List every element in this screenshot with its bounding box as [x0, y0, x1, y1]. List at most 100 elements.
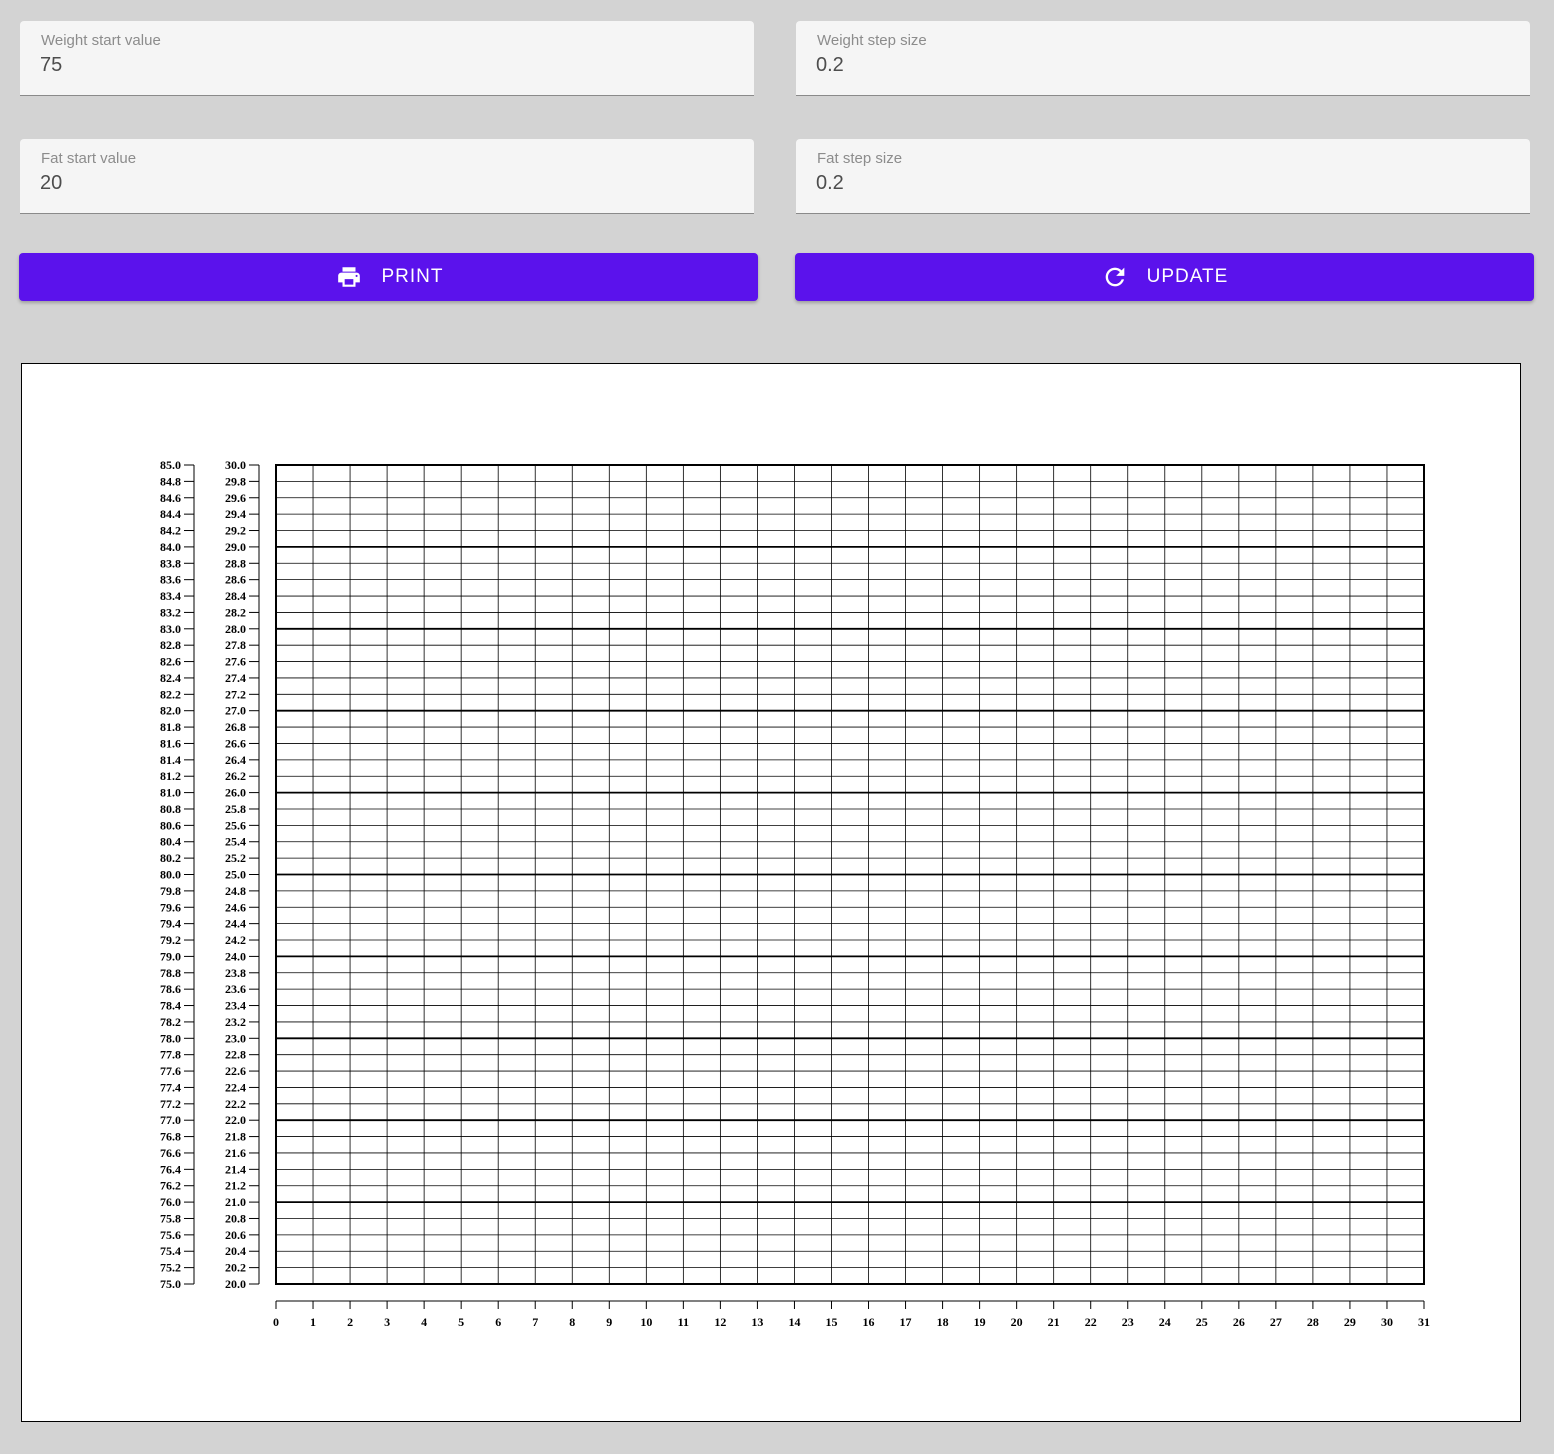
x-tick-label: 6 — [495, 1315, 501, 1329]
update-button-label: UPDATE — [1146, 266, 1229, 287]
fat-tick-label: 24.6 — [225, 900, 246, 914]
fat-tick-label: 26.0 — [225, 786, 246, 800]
x-tick-label: 16 — [863, 1315, 875, 1329]
fat-tick-label: 25.2 — [225, 851, 246, 865]
weight-tick-label: 79.0 — [160, 949, 181, 963]
weight-tick-label: 80.8 — [160, 802, 181, 816]
weight-tick-label: 78.2 — [160, 1015, 181, 1029]
fat-tick-label: 20.8 — [225, 1211, 246, 1225]
fat-tick-label: 27.4 — [225, 671, 246, 685]
x-tick-label: 4 — [421, 1315, 427, 1329]
fat-tick-label: 24.8 — [225, 884, 246, 898]
weight-tick-label: 75.0 — [160, 1277, 181, 1291]
fat-tick-label: 20.2 — [225, 1261, 246, 1275]
fat-step-field[interactable]: Fat step size — [796, 139, 1530, 214]
weight-fat-chart: 75.0 75.2 75.4 75.6 75.8 76.0 76.2 76.4 76.6 76.8… — [160, 458, 1430, 1329]
fat-tick-label: 27.0 — [225, 704, 246, 718]
fat-tick-label: 29.0 — [225, 540, 246, 554]
fat-tick-label: 25.0 — [225, 868, 246, 882]
weight-tick-label: 81.6 — [160, 736, 181, 750]
weight-tick-label: 78.8 — [160, 966, 181, 980]
fat-tick-label: 22.4 — [225, 1080, 246, 1094]
print-button[interactable]: PRINT — [19, 253, 758, 301]
weight-start-label: Weight start value — [41, 32, 161, 49]
fat-tick-label: 25.6 — [225, 818, 246, 832]
fat-tick-label: 22.6 — [225, 1064, 246, 1078]
fat-tick-label: 24.0 — [225, 949, 246, 963]
weight-tick-label: 82.2 — [160, 687, 181, 701]
x-tick-label: 8 — [569, 1315, 575, 1329]
x-tick-label: 2 — [347, 1315, 353, 1329]
fat-tick-label: 24.4 — [225, 917, 246, 931]
weight-tick-label: 77.4 — [160, 1080, 181, 1094]
fat-tick-label: 21.2 — [225, 1179, 246, 1193]
weight-tick-label: 80.2 — [160, 851, 181, 865]
weight-tick-label: 84.8 — [160, 474, 181, 488]
fat-step-input[interactable] — [816, 172, 1510, 195]
printer-icon — [334, 264, 364, 290]
x-tick-label: 20 — [1011, 1315, 1023, 1329]
fat-tick-label: 21.6 — [225, 1146, 246, 1160]
x-tick-label: 27 — [1270, 1315, 1282, 1329]
weight-tick-label: 76.0 — [160, 1195, 181, 1209]
fat-start-field[interactable]: Fat start value — [20, 139, 754, 214]
weight-tick-label: 77.0 — [160, 1113, 181, 1127]
weight-step-input[interactable] — [816, 54, 1510, 77]
weight-tick-label: 85.0 — [160, 458, 181, 472]
weight-start-input[interactable] — [40, 54, 734, 77]
x-tick-label: 5 — [458, 1315, 464, 1329]
weight-tick-label: 82.4 — [160, 671, 181, 685]
x-tick-label: 13 — [751, 1315, 763, 1329]
weight-tick-label: 83.6 — [160, 573, 181, 587]
fat-tick-label: 27.2 — [225, 687, 246, 701]
fat-tick-label: 25.4 — [225, 835, 246, 849]
x-tick-label: 9 — [606, 1315, 612, 1329]
fat-tick-label: 28.8 — [225, 556, 246, 570]
weight-tick-label: 80.0 — [160, 868, 181, 882]
x-tick-label: 14 — [788, 1315, 800, 1329]
weight-tick-label: 84.4 — [160, 507, 181, 521]
weight-step-field[interactable]: Weight step size — [796, 21, 1530, 96]
weight-tick-label: 82.0 — [160, 704, 181, 718]
weight-tick-label: 84.6 — [160, 491, 181, 505]
fat-tick-label: 22.0 — [225, 1113, 246, 1127]
x-tick-label: 29 — [1344, 1315, 1356, 1329]
fat-tick-label: 28.0 — [225, 622, 246, 636]
weight-tick-label: 82.6 — [160, 655, 181, 669]
x-tick-label: 0 — [273, 1315, 279, 1329]
x-tick-label: 28 — [1307, 1315, 1319, 1329]
fat-tick-label: 26.8 — [225, 720, 246, 734]
x-tick-label: 30 — [1381, 1315, 1393, 1329]
fat-tick-label: 21.0 — [225, 1195, 246, 1209]
fat-tick-label: 23.8 — [225, 966, 246, 980]
weight-start-field[interactable]: Weight start value — [20, 21, 754, 96]
x-tick-label: 10 — [640, 1315, 652, 1329]
x-tick-label: 17 — [900, 1315, 912, 1329]
update-button[interactable]: UPDATE — [795, 253, 1534, 301]
fat-tick-label: 26.6 — [225, 736, 246, 750]
fat-tick-label: 24.2 — [225, 933, 246, 947]
fat-start-label: Fat start value — [41, 150, 137, 167]
weight-tick-label: 81.2 — [160, 769, 181, 783]
fat-tick-label: 23.2 — [225, 1015, 246, 1029]
weight-tick-label: 84.2 — [160, 524, 181, 538]
fat-tick-label: 20.0 — [225, 1277, 246, 1291]
weight-step-label: Weight step size — [817, 32, 927, 49]
x-tick-label: 24 — [1159, 1315, 1171, 1329]
fat-tick-label: 30.0 — [225, 458, 246, 472]
fat-tick-label: 23.0 — [225, 1031, 246, 1045]
x-tick-label: 1 — [310, 1315, 316, 1329]
fat-tick-label: 25.8 — [225, 802, 246, 816]
x-tick-label: 25 — [1196, 1315, 1208, 1329]
x-tick-label: 11 — [678, 1315, 689, 1329]
weight-tick-label: 75.2 — [160, 1261, 181, 1275]
fat-tick-label: 20.4 — [225, 1244, 246, 1258]
x-tick-label: 18 — [937, 1315, 949, 1329]
weight-tick-label: 78.4 — [160, 999, 181, 1013]
fat-tick-label: 29.4 — [225, 507, 246, 521]
x-tick-label: 7 — [532, 1315, 538, 1329]
x-tick-label: 15 — [825, 1315, 837, 1329]
weight-tick-label: 83.8 — [160, 556, 181, 570]
weight-tick-label: 75.6 — [160, 1228, 181, 1242]
fat-start-input[interactable] — [40, 172, 734, 195]
